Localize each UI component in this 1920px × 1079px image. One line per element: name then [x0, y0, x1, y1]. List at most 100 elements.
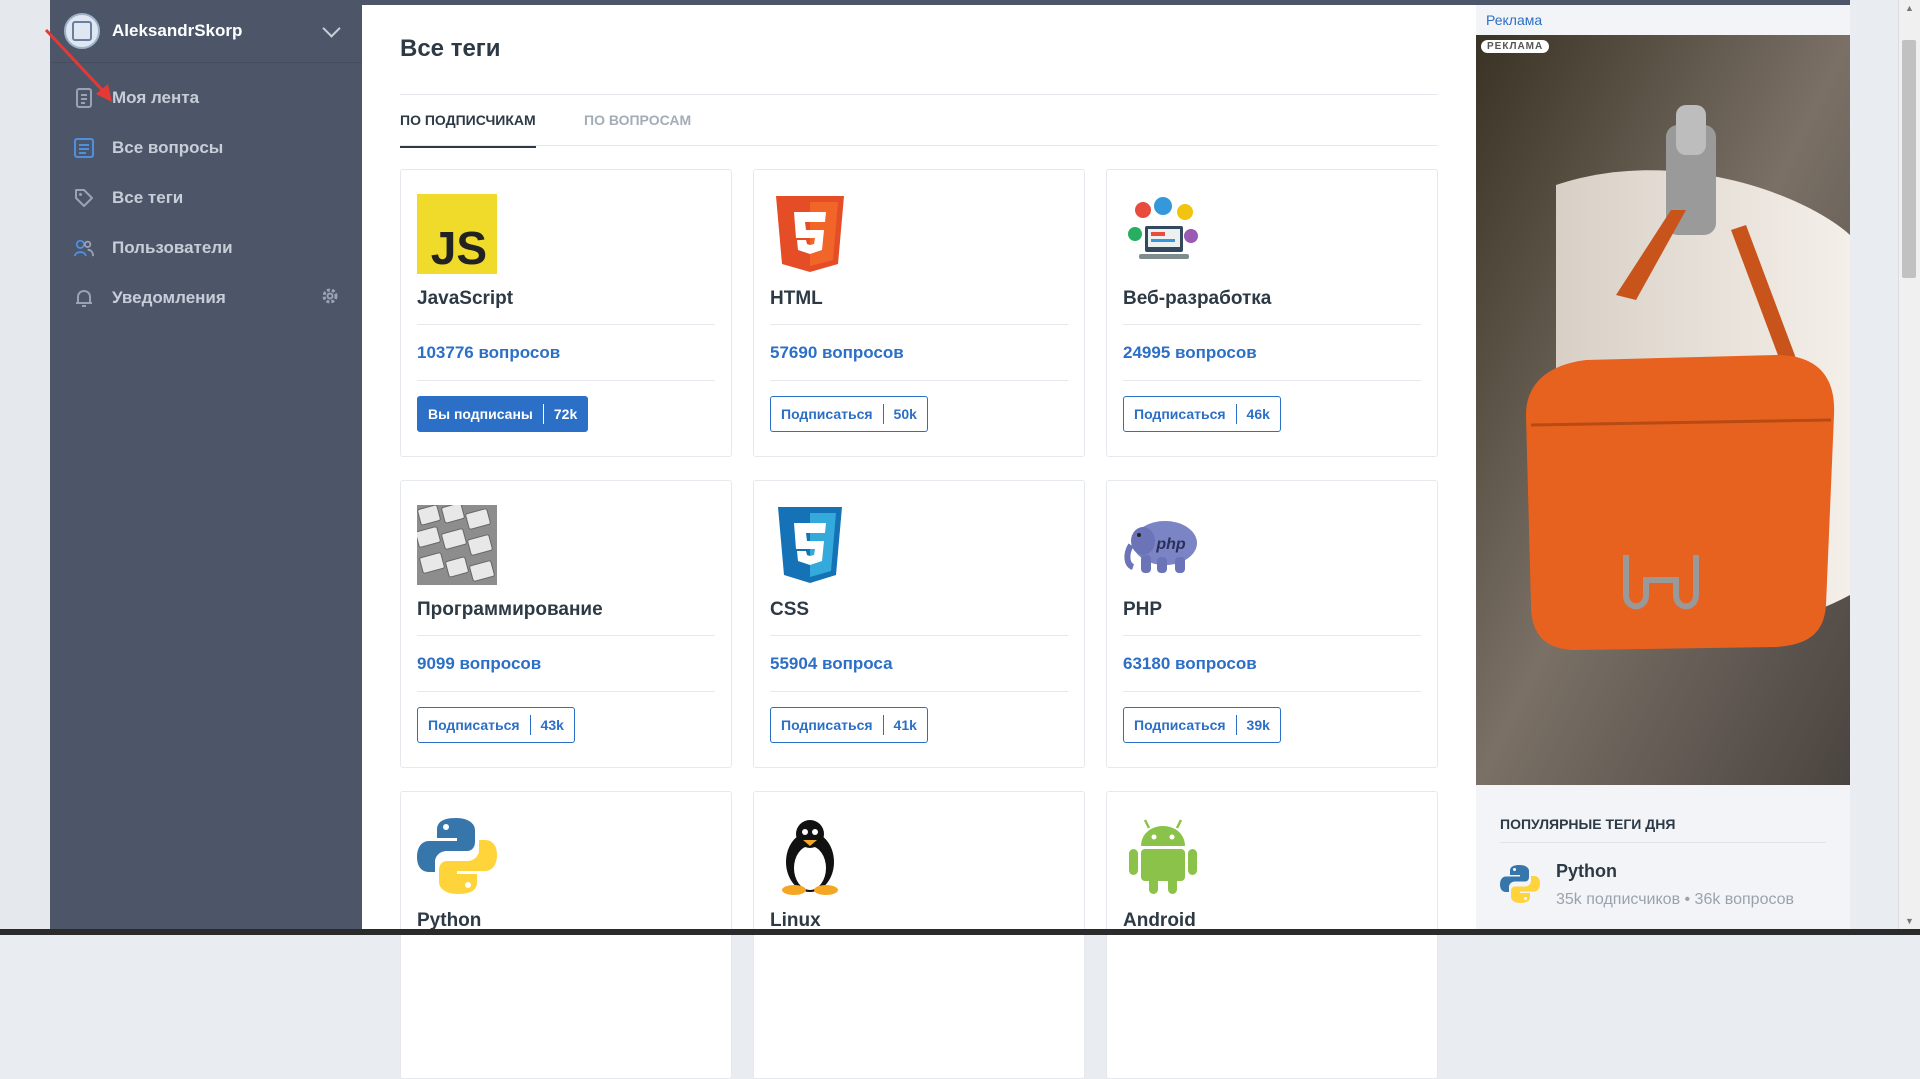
- android-robot-icon[interactable]: [1123, 816, 1203, 896]
- popular-tag-name[interactable]: Python: [1556, 861, 1617, 882]
- python-logo-icon[interactable]: [1500, 861, 1540, 907]
- subscribe-button[interactable]: Подписаться 43k: [417, 707, 575, 743]
- tag-icon: [74, 188, 94, 208]
- subscribe-label: Подписаться: [781, 717, 873, 733]
- javascript-logo-icon[interactable]: JS: [417, 194, 497, 274]
- nav-item-questions[interactable]: Все вопросы: [50, 123, 362, 173]
- scroll-up-icon[interactable]: ▲: [1905, 3, 1914, 13]
- nav-item-notifications[interactable]: Уведомления: [50, 273, 362, 323]
- subscribe-label: Подписаться: [781, 406, 873, 422]
- css3-logo-icon[interactable]: [770, 505, 850, 585]
- divider: [770, 691, 1068, 692]
- questions-icon: [74, 138, 94, 158]
- main-content: Все теги По подписчикам По вопросам JS J…: [362, 0, 1476, 1079]
- nav-item-label: Пользователи: [112, 238, 233, 257]
- subscribers-count: 46k: [1246, 406, 1270, 422]
- user-name: AleksandrSkorp: [112, 21, 243, 40]
- tux-penguin-icon[interactable]: [770, 816, 850, 896]
- tag-questions-count[interactable]: 24995 вопросов: [1123, 343, 1257, 363]
- tag-card-web-dev: Веб-разработка 24995 вопросов Подписатьс…: [1106, 169, 1438, 457]
- scrollbar-thumb[interactable]: [1902, 40, 1916, 278]
- annotation-arrow-icon: [44, 28, 112, 102]
- nav-item-tags[interactable]: Все теги: [50, 173, 362, 223]
- popular-tags-title: Популярные теги дня: [1500, 816, 1676, 832]
- divider: [770, 324, 1068, 325]
- tag-card-programming: Программирование 9099 вопросов Подписать…: [400, 480, 732, 768]
- tag-name[interactable]: PHP: [1123, 599, 1162, 621]
- tag-card-css: CSS 55904 вопроса Подписаться 41k: [753, 480, 1085, 768]
- page-title: Все теги: [400, 35, 501, 62]
- nav-item-label: Моя лента: [112, 88, 200, 107]
- tag-card-python: Python: [400, 791, 732, 1079]
- divider: [417, 691, 715, 692]
- tag-questions-count[interactable]: 55904 вопроса: [770, 654, 893, 674]
- web-dev-icon[interactable]: [1123, 194, 1203, 274]
- python-logo-icon[interactable]: [417, 816, 497, 896]
- subscribe-button[interactable]: Подписаться 46k: [1123, 396, 1281, 432]
- tag-card-html: HTML 57690 вопросов Подписаться 50k: [753, 169, 1085, 457]
- users-icon: [74, 238, 94, 258]
- tab-bar: По подписчикам По вопросам: [400, 94, 1438, 148]
- divider: [1123, 691, 1421, 692]
- tab-by-questions[interactable]: По вопросам: [584, 95, 691, 146]
- left-sidebar: AleksandrSkorp Моя лента Все вопросы Все…: [50, 0, 362, 935]
- divider: [770, 380, 1068, 381]
- svg-text:php: php: [1155, 536, 1186, 553]
- divider: [1123, 635, 1421, 636]
- tag-questions-count[interactable]: 57690 вопросов: [770, 343, 904, 363]
- window-gutter: [0, 0, 50, 935]
- subscribe-label: Подписаться: [1134, 717, 1226, 733]
- tag-name[interactable]: Программирование: [417, 599, 603, 621]
- nav-item-label: Уведомления: [112, 288, 226, 307]
- divider: [1500, 842, 1826, 843]
- tag-questions-count[interactable]: 103776 вопросов: [417, 343, 560, 363]
- keyboard-icon[interactable]: [417, 505, 497, 585]
- php-elephant-icon[interactable]: php: [1123, 505, 1203, 585]
- tag-card-javascript: JS JavaScript 103776 вопросов Вы подписа…: [400, 169, 732, 457]
- tag-name[interactable]: CSS: [770, 599, 809, 621]
- divider: [417, 380, 715, 381]
- subscribers-count: 43k: [540, 717, 564, 733]
- scroll-down-icon[interactable]: ▼: [1905, 916, 1914, 926]
- subscribers-count: 50k: [893, 406, 917, 422]
- subscribed-button[interactable]: Вы подписаны 72k: [417, 396, 589, 432]
- bell-icon: [74, 288, 94, 308]
- nav-item-label: Все теги: [112, 188, 184, 207]
- gear-icon[interactable]: [320, 286, 340, 311]
- subscribe-button[interactable]: Подписаться 39k: [1123, 707, 1281, 743]
- subscribe-label: Подписаться: [1134, 406, 1226, 422]
- subscribe-label: Подписаться: [428, 717, 520, 733]
- ad-banner-image[interactable]: [1476, 35, 1850, 785]
- divider: [417, 635, 715, 636]
- taskbar: [0, 929, 1920, 935]
- html5-logo-icon[interactable]: [770, 194, 850, 274]
- tag-name[interactable]: Веб-разработка: [1123, 288, 1271, 310]
- tag-name[interactable]: JavaScript: [417, 288, 513, 310]
- tag-name[interactable]: HTML: [770, 288, 823, 310]
- subscribers-count: 41k: [893, 717, 917, 733]
- subscribe-button[interactable]: Подписаться 41k: [770, 707, 928, 743]
- divider: [1123, 380, 1421, 381]
- divider: [770, 635, 1068, 636]
- subscribe-button[interactable]: Подписаться 50k: [770, 396, 928, 432]
- subscribers-count: 39k: [1246, 717, 1270, 733]
- right-sidebar: Реклама РЕКЛАМА Популярные теги дня Pyth…: [1476, 0, 1850, 935]
- divider: [1123, 324, 1421, 325]
- tag-questions-count[interactable]: 63180 вопросов: [1123, 654, 1257, 674]
- nav-item-users[interactable]: Пользователи: [50, 223, 362, 273]
- tag-questions-count[interactable]: 9099 вопросов: [417, 654, 541, 674]
- svg-text:JS: JS: [431, 222, 487, 274]
- ad-link[interactable]: Реклама: [1486, 12, 1542, 28]
- divider: [417, 324, 715, 325]
- popular-tag-meta: 35k подписчиков • 36k вопросов: [1556, 891, 1795, 908]
- ad-badge: РЕКЛАМА: [1481, 40, 1550, 53]
- subscribe-label: Вы подписаны: [428, 406, 533, 422]
- page-scrollbar[interactable]: ▲ ▼: [1898, 0, 1920, 935]
- subscribers-count: 72k: [553, 406, 578, 422]
- tag-card-android: Android: [1106, 791, 1438, 1079]
- tag-card-php: php PHP 63180 вопросов Подписаться 39k: [1106, 480, 1438, 768]
- tag-card-linux: Linux: [753, 791, 1085, 1079]
- chevron-down-icon[interactable]: [322, 18, 341, 38]
- nav-item-label: Все вопросы: [112, 138, 224, 157]
- tab-by-subscribers[interactable]: По подписчикам: [400, 95, 536, 148]
